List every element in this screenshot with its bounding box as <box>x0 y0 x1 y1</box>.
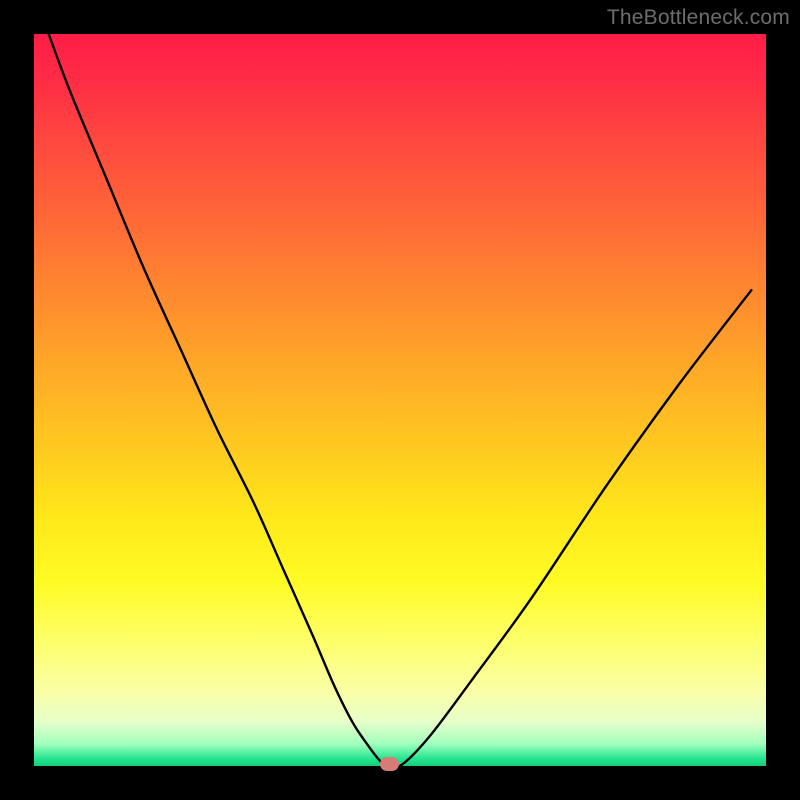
plot-area <box>34 34 766 766</box>
chart-frame: TheBottleneck.com <box>0 0 800 800</box>
curve-left-branch <box>49 34 386 766</box>
watermark-text: TheBottleneck.com <box>607 6 790 30</box>
optimum-marker <box>380 757 399 770</box>
curve-right-branch <box>385 290 751 766</box>
curve-svg <box>34 34 766 766</box>
